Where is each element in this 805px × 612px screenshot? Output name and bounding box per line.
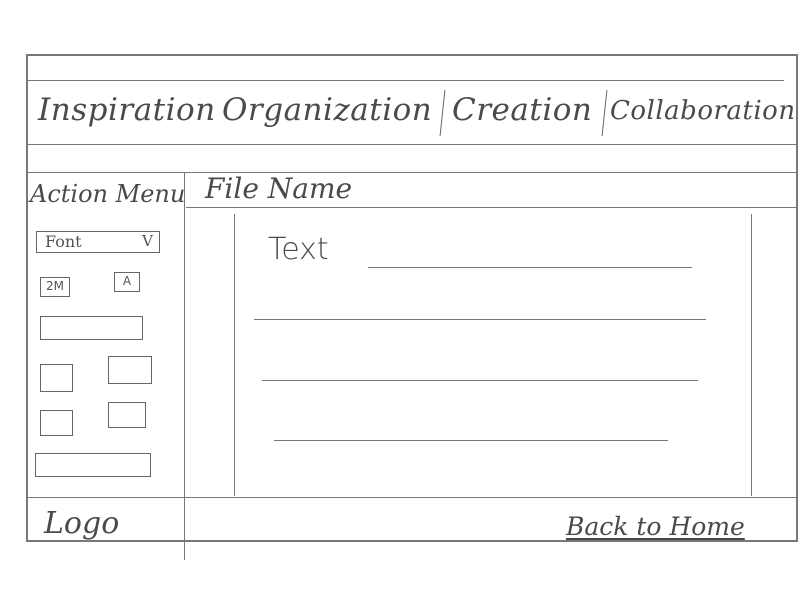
text-label: Text [268,232,329,267]
font-dropdown-label: Font [45,232,82,251]
tool-box[interactable] [108,356,152,384]
small-button[interactable]: A [114,272,140,292]
tool-bar-wide[interactable] [40,316,143,340]
tool-box[interactable] [40,410,73,436]
text-line[interactable] [368,267,692,268]
top-divider [26,80,784,81]
text-line[interactable] [254,319,706,320]
tabs-shadow-divider [26,172,798,173]
file-name[interactable]: File Name [205,172,352,205]
tool-box[interactable] [108,402,146,428]
back-to-home-link[interactable]: Back to Home [566,512,745,541]
action-menu-title: Action Menu [30,180,186,208]
small-button[interactable]: 2M [40,277,70,297]
sidebar-divider [184,172,185,560]
text-line[interactable] [262,380,698,381]
tab-collaboration[interactable]: Collaboration [610,96,796,126]
tool-box[interactable] [40,364,73,392]
tab-inspiration[interactable]: Inspiration [38,92,216,128]
logo: Logo [44,506,120,541]
footer-divider [26,497,798,498]
tabs-bottom-divider [26,144,798,145]
text-line[interactable] [274,440,668,441]
chevron-down-icon: V [142,232,153,250]
tab-creation[interactable]: Creation [452,92,592,128]
editor-header-divider [186,207,798,208]
tool-bar-wide[interactable] [35,453,151,477]
tab-organization[interactable]: Organization [222,92,432,128]
font-dropdown[interactable]: Font V [36,231,160,253]
